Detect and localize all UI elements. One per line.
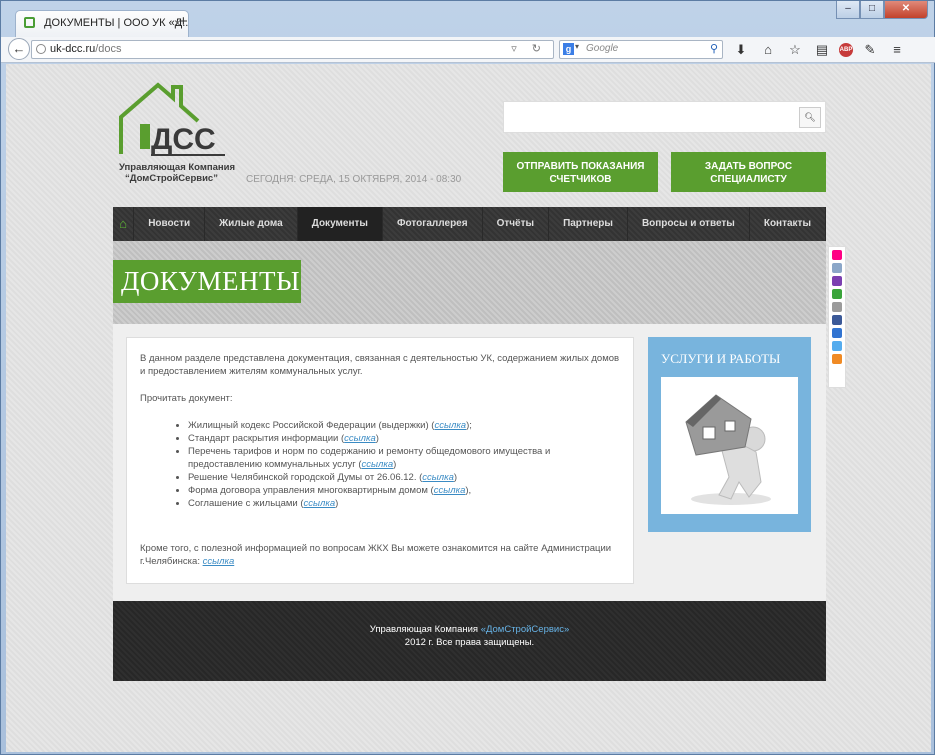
url-path: /docs (95, 43, 122, 55)
site-logo[interactable]: ДСС Управляющая Компания “ДомСтройСервис… (113, 79, 236, 189)
main-area: В данном разделе представлена документац… (113, 324, 826, 601)
page-title: ДОКУМЕНТЫ (113, 260, 301, 303)
current-date: СЕГОДНЯ: СРЕДА, 15 ОКТЯБРЯ, 2014 - 08:30 (246, 174, 462, 185)
search-icon[interactable]: ⚲ (710, 42, 718, 55)
list-item: Решение Челябинской городской Думы от 26… (188, 471, 620, 484)
document-link[interactable]: ссылка (344, 433, 376, 444)
list-item: Перечень тарифов и норм по содержанию и … (188, 445, 620, 471)
read-label: Прочитать документ: (140, 393, 233, 404)
document-link[interactable]: ссылка (304, 498, 336, 509)
close-window-button[interactable]: ✕ (884, 1, 928, 19)
clipboard-icon[interactable]: ▤ (812, 40, 832, 60)
extension-icon[interactable]: ✎ (860, 40, 880, 60)
browser-tab[interactable]: ДОКУМЕНТЫ | ООО УК «Д... × (15, 10, 189, 37)
menu-icon[interactable]: ≡ (887, 40, 907, 60)
social-share-bar (828, 246, 846, 388)
search-icon: 🔍︎ (804, 112, 816, 122)
tab-title: ДОКУМЕНТЫ | ООО УК «Д... (44, 17, 189, 29)
menu-item-contacts[interactable]: Контакты (750, 207, 826, 241)
main-menu: ⌂ Новости Жилые дома Документы Фотогалле… (113, 207, 826, 241)
menu-item-houses[interactable]: Жилые дома (205, 207, 298, 241)
footer-line-1: Управляющая Компания «ДомСтройСервис» (369, 624, 570, 635)
intro-text: В данном разделе представлена документац… (140, 353, 620, 377)
document-link[interactable]: ссылка (362, 459, 394, 470)
document-list: Жилищный кодекс Российской Федерации (вы… (188, 419, 620, 510)
list-item: Жилищный кодекс Российской Федерации (вы… (188, 419, 620, 432)
window-controls: – □ ✕ (836, 1, 928, 19)
back-button[interactable]: ← (8, 38, 30, 60)
list-item: Форма договора управления многоквартирны… (188, 484, 620, 497)
ask-specialist-button[interactable]: ЗАДАТЬ ВОПРОС СПЕЦИАЛИСТУ (671, 152, 826, 192)
logo-caption-line1: Управляющая Компания (119, 162, 236, 173)
house-logo-icon: ДСС (119, 82, 225, 156)
url-host: uk-dcc.ru (50, 43, 96, 55)
globe-icon (36, 44, 46, 54)
facebook-icon[interactable] (832, 315, 842, 325)
minimize-button[interactable]: – (836, 1, 860, 19)
download-icon[interactable]: ⬇ (731, 40, 751, 60)
site-search-input[interactable]: 🔍︎ (503, 101, 826, 133)
toolbar-icons: ⬇ ⌂ ☆ ▤ ABP ✎ ≡ (731, 40, 907, 60)
send-meter-readings-button[interactable]: ОТПРАВИТЬ ПОКАЗАНИЯ СЧЕТЧИКОВ (503, 152, 658, 192)
web-page: ДСС Управляющая Компания “ДомСтройСервис… (6, 64, 931, 752)
flickr-icon[interactable] (832, 250, 842, 260)
new-tab-button[interactable]: + (179, 13, 188, 30)
grid-icon[interactable] (832, 302, 842, 312)
services-box[interactable]: УСЛУГИ И РАБОТЫ (648, 337, 811, 532)
logo-caption-line2: “ДомСтройСервис” (125, 173, 218, 184)
search-bar[interactable]: g ▾ Google ⚲ (559, 40, 723, 59)
home-button-icon[interactable]: ⌂ (758, 40, 778, 60)
yahoo-icon[interactable] (832, 276, 842, 286)
document-link[interactable]: ссылка (434, 420, 466, 431)
adblock-icon[interactable]: ABP (839, 43, 853, 57)
menu-item-faq[interactable]: Вопросы и ответы (628, 207, 750, 241)
services-title: УСЛУГИ И РАБОТЫ (661, 351, 781, 366)
chevron-down-icon[interactable]: ▾ (575, 42, 579, 51)
favicon-icon (24, 17, 35, 28)
content-panel: В данном разделе представлена документац… (126, 337, 634, 584)
house-figure-icon (685, 394, 771, 505)
menu-item-partners[interactable]: Партнеры (549, 207, 628, 241)
twitter-icon[interactable] (832, 341, 842, 351)
page-banner: ДОКУМЕНТЫ (113, 241, 826, 324)
bookmark-star-icon[interactable]: ☆ (785, 40, 805, 60)
mail-icon[interactable] (832, 263, 842, 273)
footer-brand-link[interactable]: «ДомСтройСервис» (481, 624, 570, 635)
menu-home-icon[interactable]: ⌂ (113, 207, 135, 241)
reload-icon[interactable]: ▿ ↻ (511, 42, 547, 55)
rss-icon[interactable] (832, 354, 842, 364)
menu-item-reports[interactable]: Отчёты (483, 207, 550, 241)
footer-line-2: 2012 г. Все права защищены. (404, 637, 535, 648)
menu-item-news[interactable]: Новости (134, 207, 206, 241)
site-footer: Управляющая Компания «ДомСтройСервис» 20… (113, 601, 826, 681)
document-link[interactable]: ссылка (422, 472, 454, 483)
list-item: Стандарт раскрытия информации (ссылка) (188, 432, 620, 445)
title-bar: ДОКУМЕНТЫ | ООО УК «Д... × + – □ ✕ (1, 1, 935, 37)
menu-item-gallery[interactable]: Фотогаллерея (383, 207, 483, 241)
browser-window: ДОКУМЕНТЫ | ООО УК «Д... × + – □ ✕ ← uk-… (0, 0, 935, 755)
navigation-toolbar: ← uk-dcc.ru/docs ▿ ↻ g ▾ Google ⚲ ⬇ ⌂ ☆ … (1, 37, 935, 63)
house-carrier-image (661, 377, 798, 514)
search-placeholder: Google (586, 43, 619, 54)
outro-text: Кроме того, с полезной информацией по во… (140, 543, 612, 567)
google-icon[interactable]: g (563, 43, 574, 55)
administration-link[interactable]: ссылка (203, 556, 235, 567)
chat-icon[interactable] (832, 289, 842, 299)
site-search-button[interactable]: 🔍︎ (799, 107, 821, 128)
address-bar[interactable]: uk-dcc.ru/docs ▿ ↻ (31, 40, 554, 59)
logo-text: ДСС (151, 123, 216, 156)
maximize-button[interactable]: □ (860, 1, 884, 19)
list-item: Соглашение с жильцами (ссылка) (188, 497, 620, 510)
delicious-icon[interactable] (832, 328, 842, 338)
menu-item-documents[interactable]: Документы (297, 207, 383, 241)
document-link[interactable]: ссылка (434, 485, 466, 496)
